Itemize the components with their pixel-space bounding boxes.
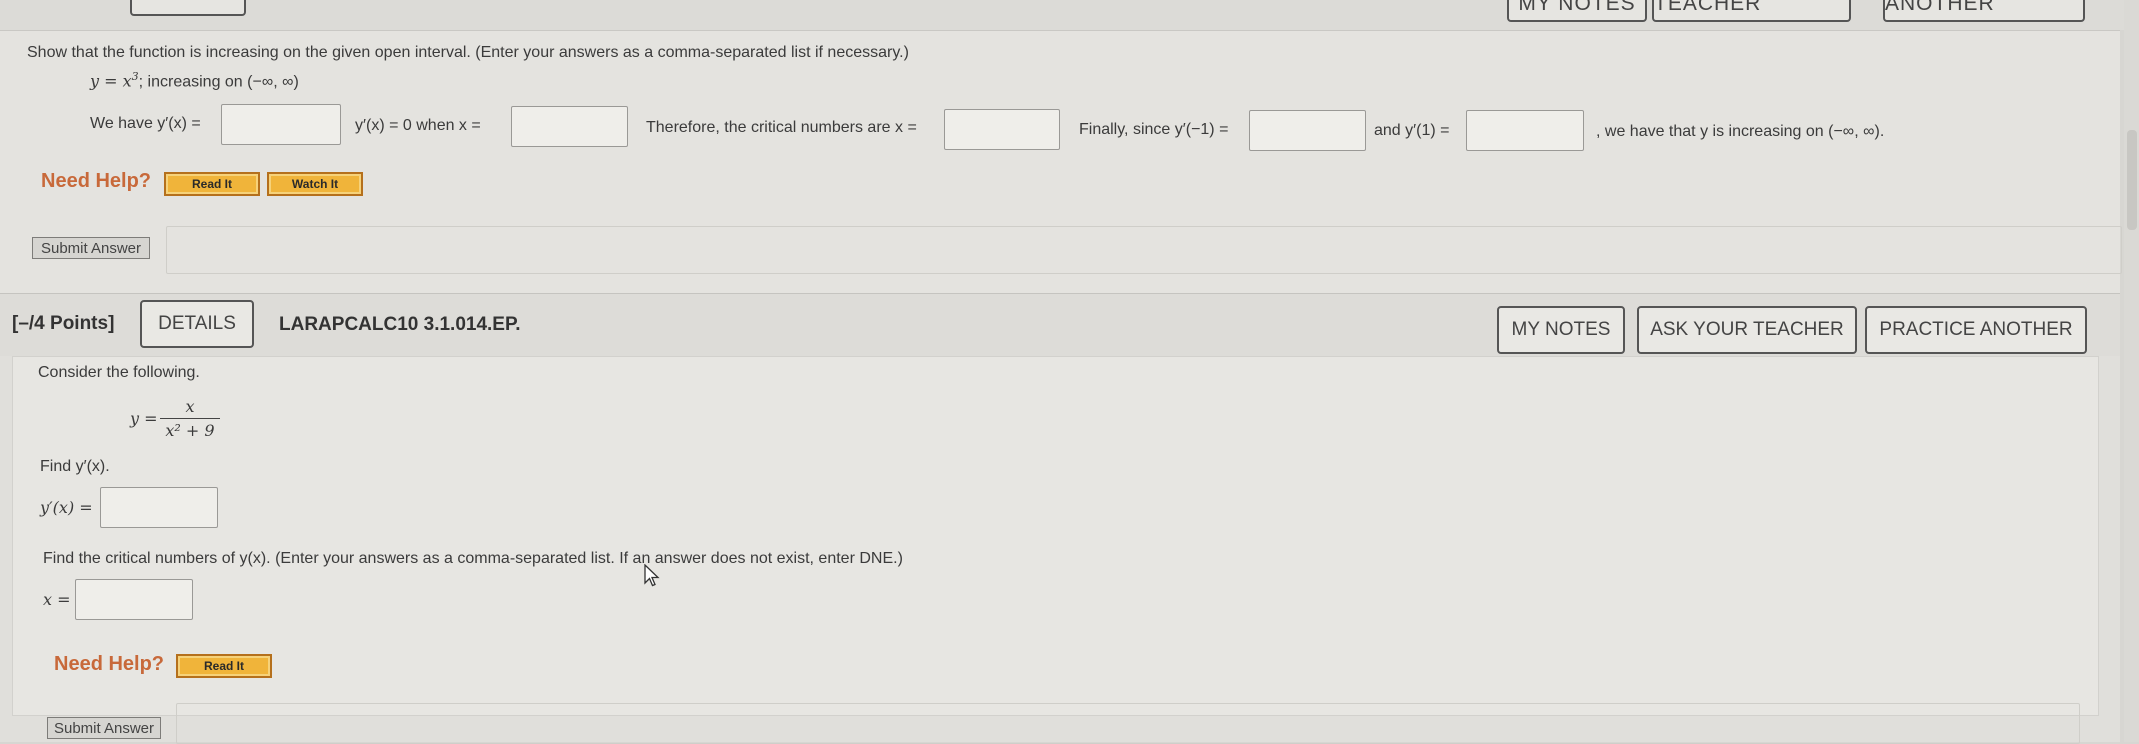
q1-yprime-neg1-input[interactable] xyxy=(1249,110,1366,151)
q2-critical-input[interactable] xyxy=(75,579,193,620)
q1-finally-label: Finally, since y′(−1) = xyxy=(1079,121,1229,138)
q2-need-help: Need Help? xyxy=(54,653,165,675)
my-notes-button-top[interactable]: MY NOTES xyxy=(1507,0,1647,22)
q2-practice-another-button[interactable]: PRACTICE ANOTHER xyxy=(1865,306,2087,354)
q1-we-have-label: We have y′(x) = xyxy=(90,115,201,132)
q1-zero-input[interactable] xyxy=(511,106,628,147)
q2-denominator: x² + 9 xyxy=(165,421,215,440)
q2-ask-teacher-button[interactable]: ASK YOUR TEACHER xyxy=(1637,306,1857,354)
scrollbar-thumb[interactable] xyxy=(2127,130,2137,230)
scrollbar[interactable] xyxy=(2124,0,2139,742)
q1-read-it-button[interactable]: Read It xyxy=(164,172,260,196)
q1-therefore-label: Therefore, the critical numbers are x = xyxy=(646,119,917,136)
q2-submit-button[interactable]: Submit Answer xyxy=(47,717,161,739)
q1-yprime-1-input[interactable] xyxy=(1466,110,1584,151)
q2-consider: Consider the following. xyxy=(38,364,200,381)
q2-fraction-bar xyxy=(160,418,220,419)
q1-submit-button[interactable]: Submit Answer xyxy=(32,237,150,259)
details-button-top[interactable] xyxy=(130,0,246,16)
q1-function: y = x3; increasing on (−∞, ∞) xyxy=(90,70,299,91)
q2-my-notes-button[interactable]: MY NOTES xyxy=(1497,306,1625,354)
q2-fraction: x x² + 9 xyxy=(160,397,220,440)
q2-problem-code: LARAPCALC10 3.1.014.EP. xyxy=(279,314,521,335)
q2-find-critical: Find the critical numbers of y(x). (Ente… xyxy=(43,550,903,567)
q2-details-button[interactable]: DETAILS xyxy=(140,300,254,348)
q2-points: [–/4 Points] xyxy=(12,313,115,334)
q1-instruction: Show that the function is increasing on … xyxy=(27,44,909,61)
q1-yprime-zero-label: y′(x) = 0 when x = xyxy=(355,117,481,134)
q2-yprime-label: y′(x) = xyxy=(40,498,93,517)
q2-x-label: x = xyxy=(43,590,71,609)
q2-find-yprime: Find y′(x). xyxy=(40,458,110,475)
q2-submit-area xyxy=(176,703,2080,744)
q2-numerator: x xyxy=(185,397,195,416)
mouse-cursor-icon xyxy=(644,564,660,587)
q1-and-label: and y′(1) = xyxy=(1374,122,1450,139)
q1-submit-area xyxy=(166,226,2122,274)
q2-read-it-button[interactable]: Read It xyxy=(176,654,272,678)
q1-watch-it-button[interactable]: Watch It xyxy=(267,172,363,196)
question-2-body xyxy=(12,356,2099,716)
q1-yprime-input[interactable] xyxy=(221,104,341,145)
q2-yprime-input[interactable] xyxy=(100,487,218,528)
ask-teacher-button-top[interactable]: ASK YOUR TEACHER xyxy=(1652,0,1851,22)
q1-critical-input[interactable] xyxy=(944,109,1060,150)
q1-need-help: Need Help? xyxy=(41,170,152,192)
q1-conclusion: , we have that y is increasing on (−∞, ∞… xyxy=(1596,123,1885,140)
practice-another-button-top[interactable]: PRACTICE ANOTHER xyxy=(1883,0,2085,22)
q2-y-eq: y = xyxy=(130,409,158,428)
